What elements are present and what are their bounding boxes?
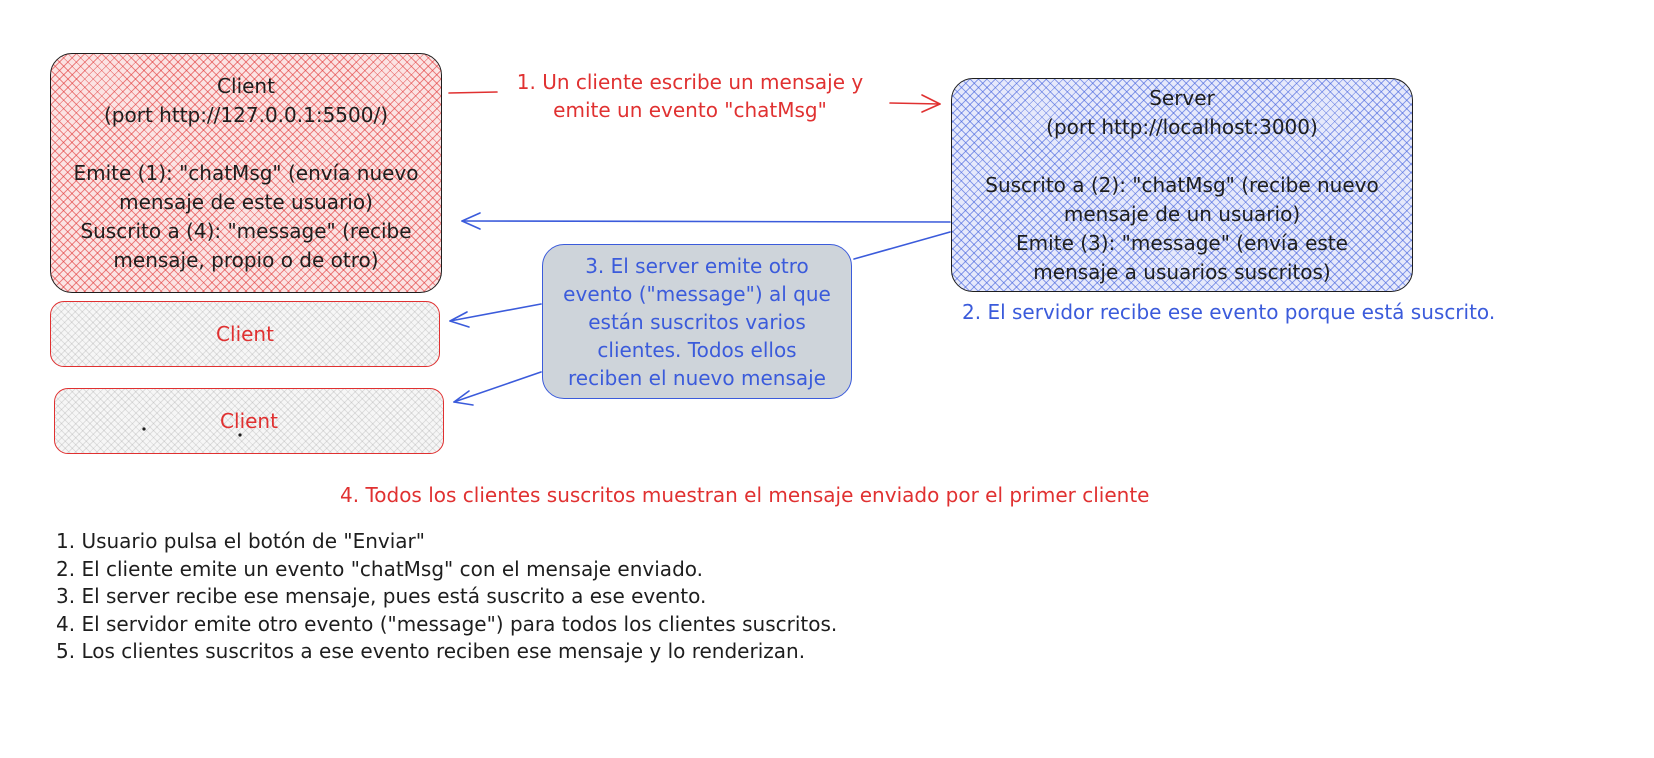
step1-line-2: emite un evento "chatMsg" — [553, 98, 827, 122]
client-3-title: Client — [220, 408, 278, 433]
step3-line-2: evento ("message") al que — [563, 281, 831, 306]
step3-line-4: clientes. Todos ellos — [597, 337, 797, 362]
step4-annotation: 4. Todos los clientes suscritos muestran… — [340, 483, 1150, 507]
client-2-box: Client — [50, 301, 440, 367]
steps-list-item: 5. Los clientes suscritos a ese evento r… — [56, 639, 806, 663]
client-main-line-2: mensaje de este usuario) — [119, 189, 373, 214]
step2-annotation: 2. El servidor recibe ese evento porque … — [962, 300, 1496, 324]
client-3-box: Client — [54, 388, 444, 454]
arrow-client-to-server-head — [921, 94, 941, 113]
client-main-line-4: mensaje, propio o de otro) — [113, 247, 379, 272]
server-title: Server — [1149, 85, 1215, 110]
arrow-note-to-client-2 — [449, 303, 542, 322]
steps-list-item: 2. El cliente emite un evento "chatMsg" … — [56, 556, 704, 581]
step3-line-1: 3. El server emite otro — [585, 253, 809, 278]
server-line-4: mensaje a usuarios suscritos) — [1033, 259, 1331, 284]
step3-line-3: están suscritos varios — [588, 309, 806, 334]
server-line-3: Emite (3): "message" (envía este — [1016, 230, 1348, 255]
arrow-note-to-client-3-head — [453, 390, 474, 406]
server-line-2: mensaje de un usuario) — [1063, 201, 1301, 226]
client-main-line-3: Suscrito a (4): "message" (recibe — [80, 218, 412, 243]
client-main-port: (port http://127.0.0.1:5500/) — [103, 102, 389, 127]
arrow-note-to-client-2-head — [449, 311, 470, 328]
step1-annotation: 1. Un cliente escribe un mensaje y emite… — [490, 68, 890, 124]
arrow-server-to-note — [853, 231, 951, 260]
server-line-1: Suscrito a (2): "chatMsg" (recibe nuevo — [985, 172, 1379, 197]
arrow-note-to-client-3 — [453, 371, 542, 403]
arrow-client-to-server-part2 — [889, 102, 941, 105]
steps-list-item: 3. El server recibe ese mensaje, pues es… — [56, 584, 707, 608]
client-main-line-1: Emite (1): "chatMsg" (envía nuevo — [73, 160, 419, 185]
server-box: Server (port http://localhost:3000) Susc… — [951, 78, 1413, 292]
steps-list-item: 4. El servidor emite otro evento ("messa… — [56, 611, 838, 636]
client-main-box: Client (port http://127.0.0.1:5500/) Emi… — [50, 53, 442, 293]
steps-list: 1. Usuario pulsa el botón de "Enviar" 2.… — [56, 528, 837, 666]
arrow-server-to-client-main — [461, 220, 951, 223]
arrow-server-to-client-main-head — [461, 212, 481, 230]
client-2-title: Client — [216, 321, 274, 346]
step3-note-box: 3. El server emite otro evento ("message… — [542, 244, 852, 399]
steps-list-item: 1. Usuario pulsa el botón de "Enviar" — [56, 529, 425, 553]
server-port: (port http://localhost:3000) — [1046, 114, 1318, 139]
client-main-title: Client — [217, 73, 275, 98]
step1-line-1: 1. Un cliente escribe un mensaje y — [516, 70, 864, 94]
step3-line-5: reciben el nuevo mensaje — [568, 365, 826, 390]
